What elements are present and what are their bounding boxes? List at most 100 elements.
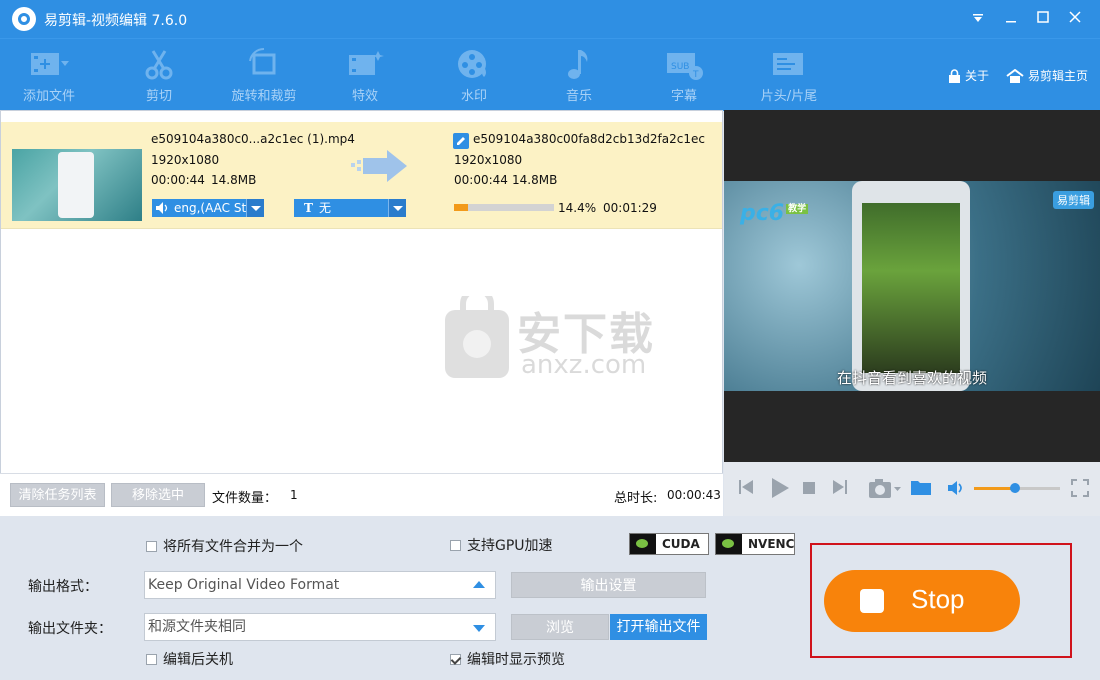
tool-add-file[interactable]: 添加文件 [4,47,94,107]
stop-button[interactable]: Stop [824,570,1020,632]
preview-subtitle: 在抖音看到喜欢的视频 [836,369,987,387]
window-title: 易剪辑-视频编辑 7.6.0 [44,13,188,29]
chevron-down-icon [473,625,485,632]
nvidia-eye-icon [630,534,656,554]
open-output-folder-button[interactable]: 打开输出文件 [610,614,707,640]
minimize-button[interactable] [1000,8,1022,30]
video-thumbnail [12,149,142,221]
tool-cut[interactable]: 剪切 [114,47,204,107]
tool-music[interactable]: 音乐 [534,47,624,107]
convert-arrow-icon [351,150,407,182]
close-button[interactable] [1064,8,1086,30]
merge-files-checkbox[interactable]: 将所有文件合并为一个 [146,536,303,556]
folder-icon[interactable] [910,478,932,496]
output-format-label: 输出格式： [28,579,98,595]
camera-icon[interactable] [868,477,902,499]
subtitle-track-select[interactable]: T无 [294,199,406,217]
output-resolution: 1920x1080 [454,153,523,167]
list-footer: 清除任务列表 移除选中 文件数量： 1 总时长: 00:00:43 [0,473,723,516]
progress-percent: 14.4% [558,201,597,215]
remaining-time: 00:01:29 [603,201,657,215]
preview-frame: pc6 教学 易剪辑 在抖音看到喜欢的视频 [724,181,1100,391]
file-count-value: 1 [290,488,298,502]
output-settings-button[interactable]: 输出设置 [511,572,706,598]
home-link[interactable]: 易剪辑主页 [1006,67,1088,84]
gpu-accel-checkbox[interactable]: 支持GPU加速 [450,535,553,555]
svg-text:SUB: SUB [671,62,689,72]
browse-button[interactable]: 浏览 [511,614,609,640]
gpu-accel-label: 支持GPU加速 [467,538,553,554]
stop-square-icon [860,589,884,613]
about-label: 关于 [965,69,990,83]
fullscreen-icon[interactable] [1071,479,1089,497]
app-logo-icon [12,7,36,31]
total-duration-value: 00:00:43 [667,488,721,502]
about-link[interactable]: 关于 [948,67,989,84]
maximize-button[interactable] [1032,8,1054,30]
show-preview-label: 编辑时显示预览 [467,652,565,668]
chevron-down-icon [246,199,264,217]
nvenc-badge: NVENC [715,533,795,555]
remove-selected-button[interactable]: 移除选中 [111,483,205,507]
watermark-url: anxz.com [521,350,647,380]
tool-subtitle[interactable]: SUB T 字幕 [639,47,729,107]
video-preview: pc6 教学 易剪辑 在抖音看到喜欢的视频 [724,110,1100,462]
total-duration-label: 总时长: [614,491,658,506]
toolbar: 添加文件 剪切 旋转和裁剪 特效 水印 音乐 SUB T 字幕 片头/片尾 关于 … [0,38,1100,111]
audio-track-select[interactable]: eng,(AAC Ste [152,199,264,217]
volume-icon[interactable] [947,480,965,496]
source-file-name: e509104a380c0...a2c1ec (1).mp4 [151,132,355,146]
output-folder-select[interactable]: 和源文件夹相同 [144,613,496,641]
tool-effects[interactable]: 特效 [320,47,410,107]
source-size: 14.8MB [211,173,257,187]
shutdown-label: 编辑后关机 [163,652,233,668]
chevron-down-icon [388,199,406,217]
tool-label: 剪切 [145,89,172,104]
volume-slider[interactable] [974,483,1060,493]
next-icon[interactable] [832,478,848,496]
checkbox-box[interactable] [146,653,157,665]
merge-files-label: 将所有文件合并为一个 [163,539,303,555]
file-row[interactable]: e509104a380c0...a2c1ec (1).mp4 1920x1080… [1,122,722,229]
conversion-progress [454,204,554,211]
shutdown-checkbox[interactable]: 编辑后关机 [146,649,233,669]
menu-dropdown-icon[interactable] [967,8,989,30]
tool-label: 音乐 [565,89,592,104]
play-icon[interactable] [770,477,790,499]
shield-icon [445,296,509,378]
rotate-crop-icon [249,47,276,75]
tool-label: 片头/片尾 [760,89,818,104]
output-folder-value: 和源文件夹相同 [148,619,246,635]
speaker-icon [156,202,168,214]
checkbox-box[interactable] [450,653,461,665]
player-controls [724,462,1100,516]
subtitle-track-value: 无 [318,201,331,215]
title-bar: 易剪辑-视频编辑 7.6.0 [0,0,1100,38]
output-duration: 00:00:44 [454,173,508,187]
tool-label: 特效 [351,89,378,104]
volume-handle[interactable] [1010,483,1021,493]
chevron-up-icon [473,581,485,588]
output-format-select[interactable]: Keep Original Video Format [144,571,496,599]
tool-label: 水印 [460,89,487,104]
scissors-icon [145,50,173,80]
tool-intro-outro[interactable]: 片头/片尾 [744,47,834,107]
svg-text:T: T [692,70,699,80]
tool-label: 字幕 [670,89,697,104]
clear-list-button[interactable]: 清除任务列表 [10,483,105,507]
show-preview-checkbox[interactable]: 编辑时显示预览 [450,649,565,669]
tool-watermark[interactable]: 水印 [429,47,519,107]
nvidia-eye-icon [716,534,742,554]
output-size: 14.8MB [512,173,558,187]
previous-icon[interactable] [738,478,754,496]
tool-rotate-crop[interactable]: 旋转和裁剪 [219,47,309,107]
checkbox-box[interactable] [146,540,157,552]
stop-icon[interactable] [803,482,815,494]
edit-icon[interactable] [453,133,469,149]
watermark-overlay: 安下载 anxz.com [441,296,671,386]
progress-fill [454,204,469,211]
music-note-icon [568,50,588,79]
checkbox-box[interactable] [450,539,461,551]
source-duration: 00:00:44 [151,173,205,187]
cuda-badge: CUDA [629,533,709,555]
